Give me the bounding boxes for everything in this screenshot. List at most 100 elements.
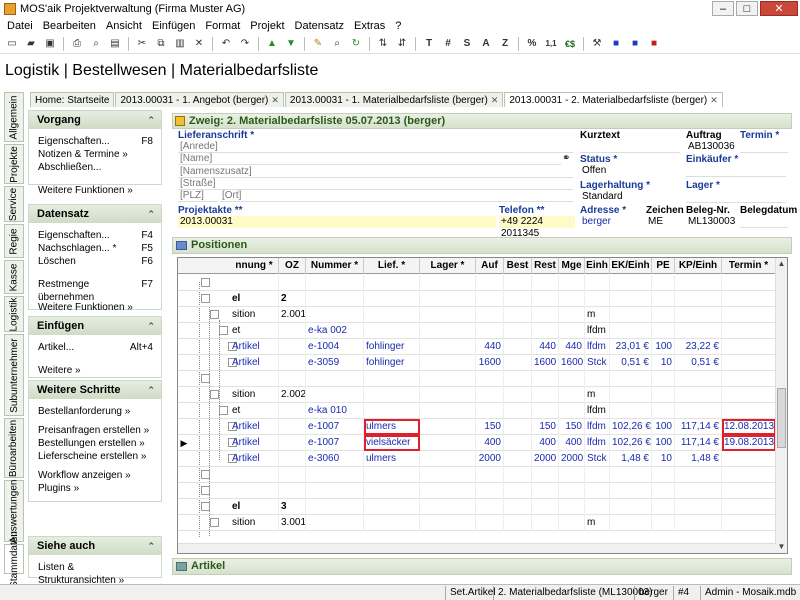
namenszusatz-field[interactable]: [Namenszusatz] (178, 166, 573, 178)
einkaeufer-field[interactable] (686, 165, 786, 177)
column-header-5[interactable]: Auf (476, 258, 504, 274)
save-icon[interactable]: ▣ (41, 36, 59, 52)
table-cell[interactable] (306, 371, 364, 387)
column-header-1[interactable]: OZ (279, 258, 306, 274)
table-row[interactable]: Artikel e-3060 ulmers 2000 2000 2000 Stck 1,48 … (178, 451, 776, 467)
tab-materialbedarfsliste-1[interactable]: 2013.00031 - 1. Materialbedarfsliste (be… (284, 92, 504, 107)
table-cell[interactable]: Artikel (230, 419, 279, 435)
table-cell[interactable] (559, 371, 585, 387)
table-cell[interactable] (559, 467, 585, 483)
table-cell[interactable] (420, 275, 476, 291)
menu-format[interactable]: Format (200, 18, 245, 34)
action-artikel[interactable]: Artikel... Alt+4 (29, 341, 161, 354)
cut-icon[interactable]: ✂ (133, 36, 151, 52)
table-cell[interactable]: Artikel (230, 451, 279, 467)
table-cell[interactable] (230, 275, 279, 291)
vtab-projekte[interactable]: Projekte (4, 144, 24, 184)
arrow-down-icon[interactable]: ▼ (282, 36, 300, 52)
table-cell[interactable] (364, 483, 420, 499)
table-cell[interactable] (420, 339, 476, 355)
table-cell[interactable]: 2000 (476, 451, 504, 467)
table-cell[interactable] (279, 275, 306, 291)
table-cell[interactable] (476, 499, 504, 515)
artikel-header[interactable]: Artikel (172, 558, 792, 575)
table-cell[interactable] (722, 451, 776, 467)
table-cell[interactable] (532, 371, 559, 387)
table-cell[interactable]: el (230, 291, 279, 307)
table-cell[interactable]: el (230, 499, 279, 515)
table-cell[interactable] (652, 323, 675, 339)
redo-icon[interactable]: ↷ (236, 36, 254, 52)
vertical-scrollbar[interactable]: ▲ ▼ (775, 258, 787, 553)
tab-angebot[interactable]: 2013.00031 - 1. Angebot (berger) ✕ (115, 92, 284, 107)
table-cell[interactable] (420, 435, 476, 451)
table-cell[interactable] (420, 403, 476, 419)
action-loeschen[interactable]: Löschen F6 (29, 255, 161, 268)
table-cell[interactable] (504, 403, 532, 419)
decimal-button[interactable]: 1,1 (542, 36, 560, 52)
table-cell[interactable]: lfdm (585, 403, 610, 419)
tree-node-box[interactable] (201, 502, 210, 511)
action-weitere-funktionen[interactable]: Weitere Funktionen » (29, 184, 161, 197)
status-field[interactable]: Offen (580, 165, 680, 177)
tree-node-box[interactable] (219, 406, 228, 415)
table-cell[interactable] (652, 483, 675, 499)
belegdatum-field[interactable] (740, 216, 788, 228)
table-cell[interactable]: et (230, 403, 279, 419)
table-cell[interactable] (610, 467, 652, 483)
table-cell[interactable] (504, 499, 532, 515)
table-cell[interactable] (279, 403, 306, 419)
table-cell[interactable]: 440 (476, 339, 504, 355)
auftrag-field[interactable]: AB130036 (686, 141, 736, 153)
table-cell[interactable]: e-ka 010 (306, 403, 364, 419)
table-cell[interactable] (504, 291, 532, 307)
group-header[interactable]: Datensatz ⌃ (29, 205, 161, 223)
number-column-button[interactable]: # (439, 36, 457, 52)
action-weitere-funktionen[interactable]: Weitere Funktionen » (29, 301, 161, 314)
table-cell[interactable]: 440 (532, 339, 559, 355)
table-cell[interactable]: 102,26 € (610, 419, 652, 435)
action-eigenschaften[interactable]: Eigenschaften... F4 (29, 229, 161, 242)
table-cell[interactable]: 1600 (476, 355, 504, 371)
minimize-button[interactable]: – (712, 1, 734, 16)
sort-ascending-icon[interactable]: ⇅ (374, 36, 392, 52)
table-cell[interactable] (420, 355, 476, 371)
table-cell[interactable]: 100 (652, 339, 675, 355)
table-cell[interactable] (675, 403, 722, 419)
table-cell[interactable]: 10 (652, 355, 675, 371)
table-cell[interactable] (559, 275, 585, 291)
table-row[interactable]: el 2 (178, 291, 776, 307)
tree-node-box[interactable] (210, 390, 219, 399)
text-column-button[interactable]: T (420, 36, 438, 52)
table-cell[interactable] (504, 483, 532, 499)
table-cell[interactable]: lfdm (585, 323, 610, 339)
table-cell[interactable] (610, 483, 652, 499)
action-lieferscheine[interactable]: Lieferscheine erstellen » (29, 450, 161, 463)
table-cell[interactable] (585, 499, 610, 515)
table-cell[interactable] (559, 483, 585, 499)
table-cell[interactable] (420, 419, 476, 435)
table-cell[interactable] (610, 515, 652, 531)
action-eigenschaften[interactable]: Eigenschaften... F8 (29, 135, 161, 148)
tab-home[interactable]: Home: Startseite (30, 92, 115, 107)
table-cell[interactable]: 12.08.2013 (722, 419, 776, 435)
tree-node-box[interactable] (210, 310, 219, 319)
table-row[interactable] (178, 275, 776, 291)
table-row[interactable] (178, 467, 776, 483)
table-cell[interactable] (532, 483, 559, 499)
table-cell[interactable] (504, 467, 532, 483)
column-header-7[interactable]: Rest (532, 258, 559, 274)
table-cell[interactable] (504, 515, 532, 531)
action-nachschlagen[interactable]: Nachschlagen... * F5 (29, 242, 161, 255)
table-cell[interactable]: e-1004 (306, 339, 364, 355)
table-cell[interactable] (652, 467, 675, 483)
menu-projekt[interactable]: Projekt (245, 18, 289, 34)
table-cell[interactable]: 117,14 € (675, 419, 722, 435)
table-cell[interactable]: m (585, 387, 610, 403)
table-cell[interactable]: 100 (652, 435, 675, 451)
table-cell[interactable] (532, 323, 559, 339)
table-cell[interactable] (279, 483, 306, 499)
table-cell[interactable]: sition (230, 515, 279, 531)
table-cell[interactable] (532, 275, 559, 291)
table-cell[interactable]: Stck (585, 451, 610, 467)
